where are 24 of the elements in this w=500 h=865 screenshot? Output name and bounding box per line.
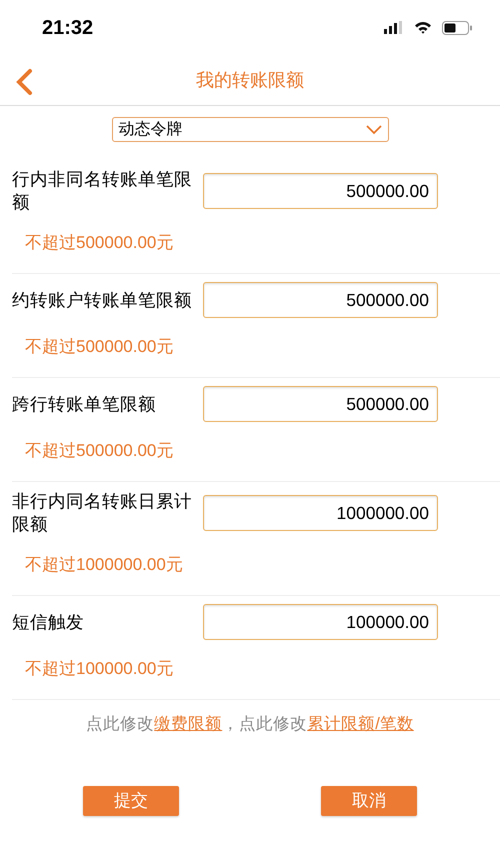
back-icon[interactable] (15, 68, 33, 96)
limit-hint: 不超过1000000.00元 (25, 555, 183, 574)
limit-hint: 不超过500000.00元 (25, 233, 174, 252)
limit-label: 行内非同名转账单笔限额 (12, 168, 193, 214)
signal-icon (384, 21, 404, 34)
battery-icon (442, 20, 472, 34)
footer-note: 点此修改缴费限额，点此修改累计限额/笔数 (85, 714, 415, 735)
limit-hint: 不超过500000.00元 (25, 441, 174, 460)
token-dropdown[interactable]: 动态令牌 (112, 117, 388, 142)
limit-input[interactable]: 100000.00 (203, 604, 438, 640)
page-title: 我的转账限额 (196, 68, 304, 92)
limit-label: 短信触发 (12, 610, 85, 634)
limit-label: 跨行转账单笔限额 (12, 392, 157, 416)
limit-hint: 不超过500000.00元 (25, 337, 174, 356)
status-time: 21:32 (42, 16, 94, 40)
limit-label: 非行内同名转账日累计限额 (12, 490, 193, 536)
limit-input[interactable]: 1000000.00 (203, 495, 438, 531)
limit-hint: 不超过100000.00元 (25, 659, 174, 678)
limit-input[interactable]: 500000.00 (203, 173, 438, 209)
limit-label: 约转账户转账单笔限额 (12, 288, 193, 312)
limit-input[interactable]: 500000.00 (203, 282, 438, 318)
wifi-icon (414, 21, 432, 34)
chevron-down-icon (366, 124, 382, 134)
limit-input[interactable]: 500000.00 (203, 386, 438, 422)
